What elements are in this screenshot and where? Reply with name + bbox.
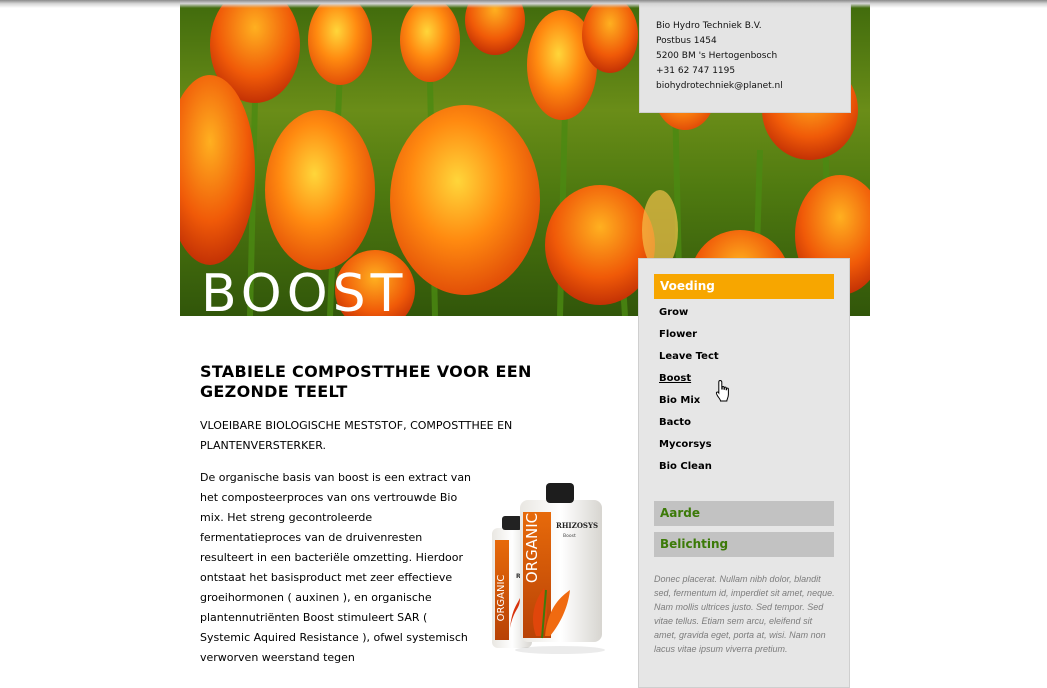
sidebar-item-bacto[interactable]: Bacto	[659, 417, 691, 428]
product-description: De organische basis van boost is een ext…	[200, 471, 472, 664]
company-name: Bio Hydro Techniek B.V.	[656, 21, 762, 31]
hand-pointer-icon	[715, 379, 729, 402]
front-bottle-band-text: ORGANIC	[523, 513, 541, 583]
back-bottle-band-text: ORGANIC	[496, 575, 507, 622]
sidebar-item-mycorsys[interactable]: Mycorsys	[659, 439, 712, 450]
sidebar-item-flower[interactable]: Flower	[659, 329, 697, 340]
sidebar-item-bio-clean[interactable]: Bio Clean	[659, 461, 712, 472]
sidebar-item-grow[interactable]: Grow	[659, 307, 688, 318]
contact-box: Bio Hydro Techniek B.V. Postbus 1454 520…	[639, 0, 851, 113]
email-link[interactable]: biohydrotechniek@planet.nl	[656, 79, 850, 94]
phone-number: +31 62 747 1195	[656, 66, 736, 76]
sidebar-item-boost[interactable]: Boost	[659, 373, 691, 384]
postal-city: 5200 BM 's Hertogenbosch	[656, 51, 778, 61]
product-subheading: VLOEIBARE BIOLOGISCHE MESTSTOF, COMPOSTT…	[200, 419, 513, 452]
product-bottle-image: ORGANIC RI ORGANIC RHIZOSYS Boost	[492, 483, 605, 654]
sidebar-item-bio-mix[interactable]: Bio Mix	[659, 395, 700, 406]
sidebar-note: Donec placerat. Nullam nibh dolor, bland…	[654, 574, 835, 654]
sidebar-item-leave-tect[interactable]: Leave Tect	[659, 351, 719, 362]
product-headline: STABIELE COMPOSTTHEE VOOR EEN GEZONDE TE…	[200, 362, 532, 401]
front-bottle-brand: RHIZOSYS	[556, 521, 598, 530]
top-shadow	[0, 0, 1047, 8]
page-title: BOOST	[201, 264, 408, 316]
category-aarde[interactable]: Aarde	[654, 501, 834, 526]
sidebar-nav: Voeding Grow Flower Leave Tect Boost Bio…	[638, 258, 850, 688]
front-bottle-variant: Boost	[563, 533, 576, 539]
postal-box: Postbus 1454	[656, 36, 717, 46]
category-belichting[interactable]: Belichting	[654, 532, 834, 557]
category-voeding[interactable]: Voeding	[654, 274, 834, 299]
